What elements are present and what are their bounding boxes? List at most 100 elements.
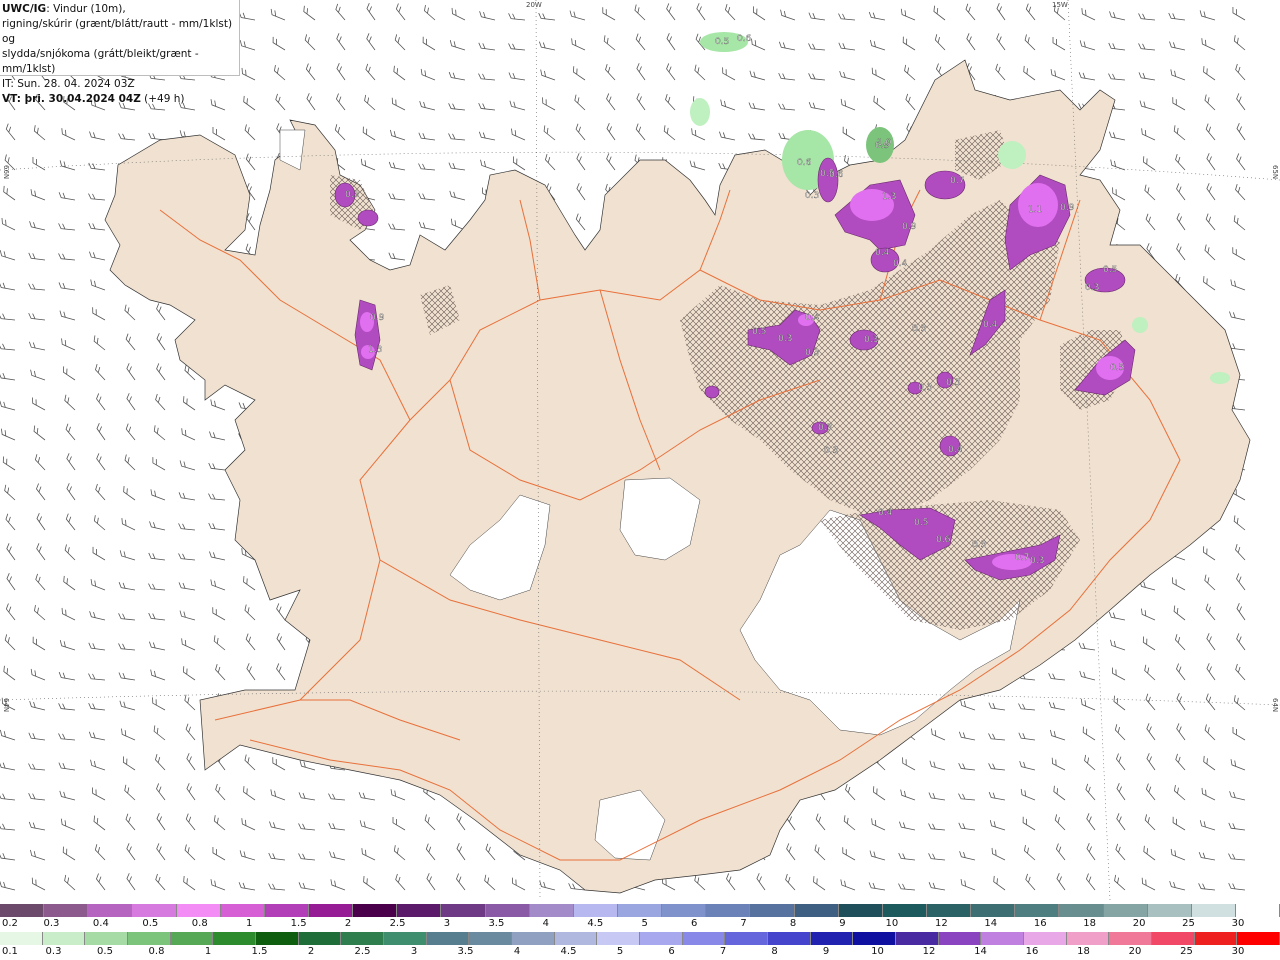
precip-value-label: 0.6 [737,34,752,44]
map-title-box: UWC/IG: Vindur (10m), rigning/skúrir (gr… [0,0,240,105]
precip-value-label: 0.3 [345,190,359,200]
legend-tick-label: 1.5 [290,918,307,929]
legend-swatch [640,932,683,945]
legend-swatch [617,904,663,917]
legend-tick-label: 16 [1025,946,1039,957]
precip-value-label: 0.7 [1015,553,1029,563]
legend-tick-label: 0.3 [43,918,60,929]
legend-tick-label: 0.3 [45,946,62,957]
precip-value-label: 0.7 [950,176,964,186]
legend-swatch [981,932,1025,945]
legend-tick-label: 3.5 [488,918,505,929]
precip-value-label: 0.4 [875,248,890,258]
precip-value-label: 0.5 [715,37,729,47]
legend-swatch [554,932,598,945]
precip-value-label: 0.3 [824,446,838,456]
precip-value-label: 0.4 [948,445,963,455]
legend-tick-label: 25 [1180,946,1193,957]
legend-swatch [1194,932,1238,945]
legend-swatch [44,904,89,917]
legend-tick-label: 3 [443,918,451,929]
legend-swatch [85,932,129,945]
legend-swatch [512,932,555,945]
precip-value-label: 0.5 [1103,265,1117,275]
legend-tick-label: 3 [410,946,418,957]
precip-value-label: 0.5 [752,327,766,337]
legend-swatch [750,904,795,917]
legend-tick-label: 4.5 [560,946,577,957]
legend-swatch [1103,904,1148,917]
legend-tick-label: 0.8 [191,918,208,929]
legend-swatch [662,904,707,917]
snow-legend-colorbar [0,904,1280,917]
legend-swatch [573,904,618,917]
snow-legend-labels: 0.2 0.3 0.4 0.5 0.8 1 1.5 2 2.5 3 3.5 4 4.5 5 6 7 8 9 10 12… [0,918,1280,932]
legend-swatch [132,904,177,917]
legend-swatch [88,904,133,917]
legend-swatch [1024,932,1067,945]
precip-value-label: 1.3 [882,192,896,202]
legend-swatch [1152,932,1195,945]
precip-value-label: 0.3 [972,540,986,550]
legend-tick-label: 25 [1182,918,1195,929]
legend-tick-label: 1 [246,918,253,929]
precip-value-label: 0.3 [1085,283,1099,293]
legend-tick-label: 6 [690,918,698,929]
legend-tick-label: 0.8 [148,946,165,957]
legend-swatch [706,904,751,917]
legend-swatch [725,932,769,945]
title-desc-2: rigning/skúrir (grænt/blátt/rautt - mm/1… [2,18,233,45]
legend-swatch [1237,932,1280,945]
legend-swatch [853,932,897,945]
forecast-offset: (+49 h) [140,93,185,105]
legend-tick-label: 9 [839,918,846,929]
legend-swatch [926,904,972,917]
legend-tick-label: 18 [1077,946,1090,957]
legend-tick-label: 12 [934,918,948,929]
legend-swatch [1066,932,1110,945]
legend-swatch [529,904,574,917]
legend-swatch [1109,932,1153,945]
legend-swatch [682,932,726,945]
legend-tick-label: 7 [719,946,727,957]
legend-tick-label: 18 [1083,918,1097,929]
precip-value-label: 0.3 [1030,556,1044,566]
legend-swatch [176,904,221,917]
legend-swatch [256,932,299,945]
precip-value-label: 1.1 [1028,205,1042,215]
precip-value-label: 0.4 [893,259,908,269]
graticule-label-15w: 15W [1052,1,1068,9]
legend-tick-label: 4 [513,946,521,957]
legend-swatch [0,932,43,945]
legend-swatch [128,932,171,945]
legend-tick-label: 1 [204,946,212,957]
graticule-label-right-64n: 64N [1271,698,1279,713]
legend-tick-label: 2 [307,946,315,957]
title-desc-1: : Vindur (10m), [46,3,126,15]
legend-swatch [971,904,1016,917]
legend-swatch [485,904,530,917]
legend-tick-label: 3.5 [457,946,474,957]
precip-value-label: 0.5 [914,518,928,528]
legend-swatch [1015,904,1060,917]
precip-value-label: 0.3 [946,378,960,388]
precip-value-label: 0.6 [797,158,812,168]
legend-swatch [768,932,811,945]
legend-tick-label: 10 [885,918,899,929]
legend-tick-label: 0.5 [97,946,113,957]
legend-tick-label: 2.5 [389,918,406,929]
legend-swatch [170,932,214,945]
graticule-label-20w: 20W [526,1,542,9]
legend-swatch [441,904,486,917]
legend-swatch [42,932,86,945]
precip-value-label: 0.4 [983,320,998,330]
legend-swatch [469,932,513,945]
precip-value-label: 0.9 [902,222,917,232]
legend-tick-label: 14 [984,918,998,929]
legend-swatch [213,932,257,945]
legend-tick-label: 7 [740,918,747,929]
legend-tick-label: 20 [1132,918,1146,929]
legend-swatch [1147,904,1192,917]
legend-swatch [794,904,839,917]
legend-swatch [1235,904,1280,917]
